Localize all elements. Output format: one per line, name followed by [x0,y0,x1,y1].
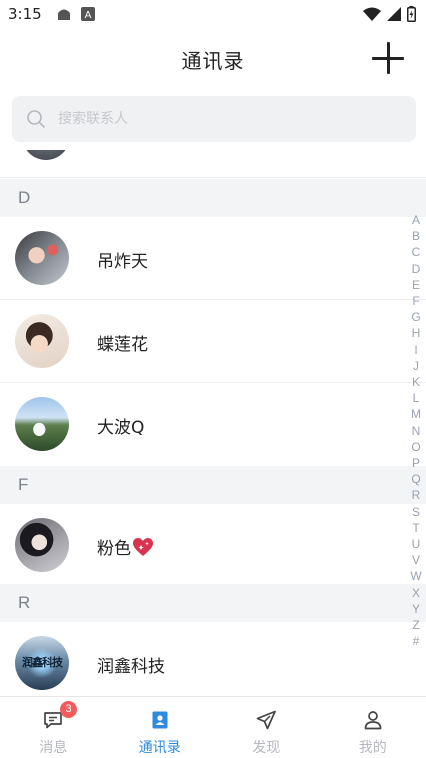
nav-label: 消息 [39,740,68,756]
section-header-d: D [0,179,426,217]
nav-label: 发现 [252,740,281,756]
wifi-icon [363,7,381,21]
alpha-index-letter[interactable]: C [409,244,423,260]
contact-name: 润鑫科技 [97,657,165,677]
alpha-index-letter[interactable]: A [409,212,423,228]
alpha-index-letter[interactable]: K [409,374,423,390]
avatar-logo-text: 润鑫科技 [22,656,63,669]
alpha-index-letter[interactable]: F [409,293,423,309]
add-contact-button[interactable] [372,42,404,74]
sparkling-heart-icon [133,538,153,556]
unread-badge: 3 [60,701,77,718]
nav-tab-contacts[interactable]: 通讯录 [107,697,214,758]
list-item[interactable]: 润鑫科技 润鑫科技 [0,622,426,696]
nav-label: 通讯录 [138,740,181,756]
alpha-index-letter[interactable]: M [409,406,423,422]
avatar [15,314,69,368]
avatar: 润鑫科技 [15,636,69,690]
contact-name: 蝶莲花 [97,335,148,355]
alpha-index-letter[interactable]: I [409,342,423,358]
search-bar[interactable] [12,96,416,142]
alpha-index-letter[interactable]: # [409,633,423,649]
alpha-index-letter[interactable]: S [409,504,423,520]
avatar [15,231,69,285]
alpha-index-letter[interactable]: E [409,277,423,293]
header: 通讯录 [0,28,426,88]
list-item[interactable]: 蝶莲花 [0,300,426,383]
search-input[interactable] [58,111,358,127]
contact-list[interactable]: D 吊炸天 蝶莲花 大波Q F 粉色 R 润鑫科技 润鑫科技 [0,150,426,696]
alpha-index-letter[interactable]: Z [409,617,423,633]
battery-icon [407,6,416,22]
alpha-index-letter[interactable]: X [409,585,423,601]
alpha-index-letter[interactable]: W [409,568,423,584]
status-bar: 3:15 A [0,0,426,28]
alpha-index-letter[interactable]: T [409,520,423,536]
android-icon [57,9,70,20]
svg-text:A: A [84,10,91,21]
person-icon [362,709,384,731]
list-item[interactable]: 粉色 [0,504,426,584]
alpha-index-letter[interactable]: J [409,358,423,374]
nav-tab-profile[interactable]: 我的 [320,697,426,758]
contact-name-text: 粉色 [97,539,131,559]
alpha-index-letter[interactable]: Y [409,601,423,617]
paper-plane-icon [255,709,277,731]
alpha-index-letter[interactable]: R [409,487,423,503]
alpha-index-letter[interactable]: B [409,228,423,244]
nav-label: 我的 [358,740,387,756]
signal-icon [387,7,401,21]
nav-tab-discover[interactable]: 发现 [213,697,320,758]
list-item[interactable] [0,150,426,178]
status-time: 3:15 [8,5,42,23]
alpha-index-letter[interactable]: U [409,536,423,552]
nav-tab-messages[interactable]: 3 消息 [0,697,107,758]
alpha-index-letter[interactable]: Q [409,471,423,487]
section-header-r: R [0,584,426,622]
alpha-index-letter[interactable]: D [409,261,423,277]
status-system-icons [363,6,416,22]
alpha-index-letter[interactable]: P [409,455,423,471]
search-icon [27,110,45,128]
alpha-index-letter[interactable]: H [409,325,423,341]
alpha-index-letter[interactable]: V [409,552,423,568]
contact-name: 大波Q [97,418,145,438]
contact-name: 吊炸天 [97,252,148,272]
bottom-nav: 3 消息 通讯录 发现 我的 [0,696,426,758]
alpha-index-letter[interactable]: N [409,423,423,439]
alpha-index-letter[interactable]: G [409,309,423,325]
alpha-index-letter[interactable]: O [409,439,423,455]
contact-name: 粉色 [97,534,154,559]
section-header-f: F [0,466,426,504]
avatar [15,518,69,572]
page-title: 通讯录 [181,49,245,73]
list-item[interactable]: 吊炸天 [0,217,426,300]
avatar [22,150,70,160]
alphabet-index[interactable]: A B C D E F G H I J K L M N O P Q R S T … [409,212,423,649]
list-item[interactable]: 大波Q [0,383,426,466]
alpha-index-letter[interactable]: L [409,390,423,406]
contact-card-icon [149,709,171,731]
app-a-icon: A [80,7,95,21]
avatar [15,397,69,451]
status-notification-icons: A [56,7,95,21]
